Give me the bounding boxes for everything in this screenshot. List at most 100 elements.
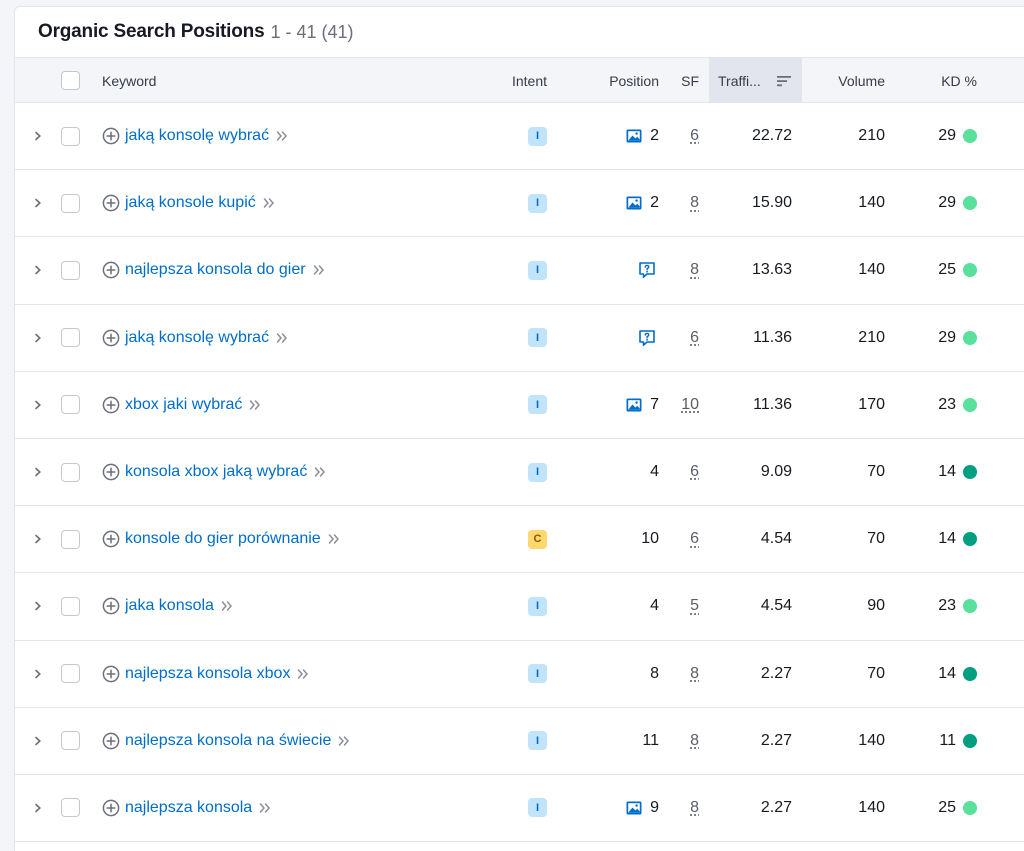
select-all-checkbox[interactable] [61, 71, 80, 90]
row-checkbox[interactable] [61, 597, 80, 616]
double-chevron-right-icon[interactable] [312, 263, 326, 277]
volume-cell: 210 [805, 305, 885, 371]
column-volume[interactable]: Volume [805, 58, 885, 103]
double-chevron-right-icon[interactable] [262, 196, 276, 210]
column-keyword[interactable]: Keyword [102, 58, 156, 103]
double-chevron-right-icon[interactable] [296, 667, 310, 681]
double-chevron-right-icon[interactable] [275, 129, 289, 143]
column-sf[interactable]: SF [665, 58, 699, 103]
add-keyword-icon[interactable] [102, 396, 120, 414]
keyword-link[interactable]: konsola xbox jaką wybrać [125, 463, 307, 481]
expand-row-cell [33, 170, 43, 236]
row-checkbox[interactable] [61, 664, 80, 683]
add-keyword-icon[interactable] [102, 463, 120, 481]
traffic-cell: 4.54 [709, 506, 792, 572]
keyword-link[interactable]: jaką konsolę wybrać [125, 329, 269, 347]
keyword-link[interactable]: jaką konsole kupić [125, 194, 256, 212]
chevron-right-icon[interactable] [33, 131, 43, 141]
kd-value: 23 [938, 597, 956, 615]
serp-features-count[interactable]: 8 [690, 799, 699, 817]
add-keyword-icon[interactable] [102, 261, 120, 279]
serp-features-count[interactable]: 8 [690, 732, 699, 750]
double-chevron-right-icon[interactable] [275, 331, 289, 345]
add-keyword-icon[interactable] [102, 799, 120, 817]
intent-badge: I [528, 597, 547, 616]
row-select-cell [61, 641, 80, 707]
row-checkbox[interactable] [61, 261, 80, 280]
serp-features-count[interactable]: 6 [690, 127, 699, 145]
chevron-right-icon[interactable] [33, 601, 43, 611]
keyword-link[interactable]: konsole do gier porównanie [125, 530, 321, 548]
volume-cell: 140 [805, 170, 885, 236]
double-chevron-right-icon[interactable] [337, 734, 351, 748]
keyword-link[interactable]: xbox jaki wybrać [125, 396, 242, 414]
serp-features-count[interactable]: 6 [690, 530, 699, 548]
traffic-cell: 22.72 [709, 103, 792, 169]
double-chevron-right-icon[interactable] [313, 465, 327, 479]
row-checkbox[interactable] [61, 395, 80, 414]
serp-features-count[interactable]: 6 [690, 329, 699, 347]
traffic-cell: 15.90 [709, 170, 792, 236]
kd-cell: 23 [915, 372, 977, 438]
serp-features-count[interactable]: 6 [690, 463, 699, 481]
add-keyword-icon[interactable] [102, 194, 120, 212]
traffic-cell: 9.09 [709, 439, 792, 505]
chevron-right-icon[interactable] [33, 265, 43, 275]
traffic-value: 2.27 [761, 665, 792, 683]
keyword-link[interactable]: najlepsza konsola [125, 799, 252, 817]
row-checkbox[interactable] [61, 463, 80, 482]
keyword-link[interactable]: jaka konsola [125, 597, 214, 615]
serp-features-count[interactable]: 8 [690, 261, 699, 279]
double-chevron-right-icon[interactable] [327, 532, 341, 546]
kd-cell: 25 [915, 775, 977, 841]
keyword-link[interactable]: jaką konsolę wybrać [125, 127, 269, 145]
traffic-value: 4.54 [761, 530, 792, 548]
expand-row-cell [33, 305, 43, 371]
row-select-cell [61, 237, 80, 303]
add-keyword-icon[interactable] [102, 127, 120, 145]
position-cell: 9 [575, 775, 659, 841]
serp-features-count[interactable]: 10 [681, 396, 699, 414]
position-value: 4 [650, 597, 659, 615]
row-checkbox[interactable] [61, 731, 80, 750]
row-checkbox[interactable] [61, 328, 80, 347]
column-traffic-sorted[interactable]: Traffi... [709, 58, 802, 103]
traffic-cell: 11.36 [709, 305, 792, 371]
chevron-right-icon[interactable] [33, 333, 43, 343]
row-checkbox[interactable] [61, 798, 80, 817]
double-chevron-right-icon[interactable] [258, 801, 272, 815]
row-checkbox[interactable] [61, 127, 80, 146]
chevron-right-icon[interactable] [33, 198, 43, 208]
volume-value: 90 [867, 597, 885, 615]
add-keyword-icon[interactable] [102, 665, 120, 683]
chevron-right-icon[interactable] [33, 736, 43, 746]
chevron-right-icon[interactable] [33, 669, 43, 679]
column-intent[interactable]: Intent [485, 58, 547, 103]
chevron-right-icon[interactable] [33, 467, 43, 477]
serp-features-count[interactable]: 8 [690, 194, 699, 212]
volume-value: 140 [858, 799, 885, 817]
add-keyword-icon[interactable] [102, 732, 120, 750]
table-row: najlepsza konsola I 9 8 2.27 140 25 [15, 775, 1024, 842]
double-chevron-right-icon[interactable] [220, 599, 234, 613]
keyword-link[interactable]: najlepsza konsola do gier [125, 261, 306, 279]
chevron-right-icon[interactable] [33, 534, 43, 544]
row-checkbox[interactable] [61, 530, 80, 549]
add-keyword-icon[interactable] [102, 530, 120, 548]
add-keyword-icon[interactable] [102, 597, 120, 615]
double-chevron-right-icon[interactable] [248, 398, 262, 412]
keyword-link[interactable]: najlepsza konsola xbox [125, 665, 290, 683]
kd-cell: 25 [915, 237, 977, 303]
column-kd[interactable]: KD % [915, 58, 977, 103]
chevron-right-icon[interactable] [33, 803, 43, 813]
position-value: 8 [650, 665, 659, 683]
serp-features-count[interactable]: 5 [690, 597, 699, 615]
intent-badge: I [528, 463, 547, 482]
column-position[interactable]: Position [575, 58, 659, 103]
serp-features-count[interactable]: 8 [690, 665, 699, 683]
chevron-right-icon[interactable] [33, 400, 43, 410]
kd-cell: 29 [915, 170, 977, 236]
keyword-link[interactable]: najlepsza konsola na świecie [125, 732, 331, 750]
row-checkbox[interactable] [61, 194, 80, 213]
add-keyword-icon[interactable] [102, 329, 120, 347]
